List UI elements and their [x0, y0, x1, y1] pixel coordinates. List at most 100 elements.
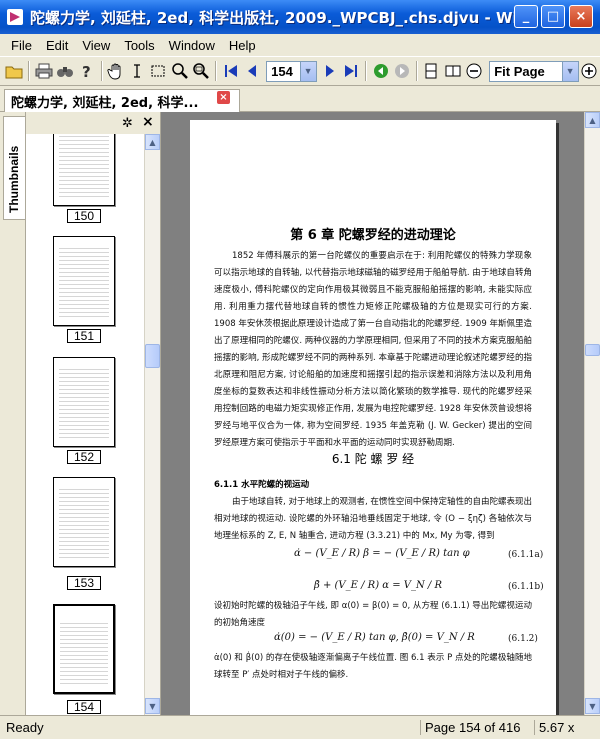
- thumbnail-label[interactable]: 150: [67, 209, 101, 223]
- toolbar-separator: [215, 61, 218, 81]
- sidebar-tab-strip: Thumbnails: [0, 112, 26, 715]
- binoculars-icon: [56, 67, 73, 77]
- section-title: 6.1 陀 螺 罗 经: [331, 452, 415, 466]
- scroll-down-icon[interactable]: ▼: [145, 698, 160, 714]
- open-button[interactable]: [4, 60, 24, 82]
- subsection-title: 6.1.1 水平陀螺的视运动: [214, 480, 310, 490]
- chevron-down-icon[interactable]: ▼: [299, 61, 316, 81]
- page-number-value: 154: [271, 63, 293, 79]
- menu-tools[interactable]: Tools: [117, 38, 161, 53]
- document-tab-label: 陀螺力学, 刘延柱, 2ed, 科学...: [11, 95, 199, 111]
- forward-button[interactable]: [392, 60, 412, 82]
- last-page-icon: [345, 65, 358, 77]
- zoom-mode-value: Fit Page: [494, 63, 545, 79]
- help-icon: ?: [82, 63, 91, 79]
- equation-number: (6.1.2): [508, 634, 538, 644]
- fit-width-icon: [445, 65, 461, 77]
- document-scrollbar[interactable]: ▲ ▼: [584, 112, 600, 715]
- scrollbar-thumb[interactable]: [145, 344, 160, 368]
- first-page-button[interactable]: [220, 60, 240, 82]
- thumbnail-label[interactable]: 151: [67, 329, 101, 343]
- page-number-select[interactable]: 154 ▼: [266, 60, 317, 82]
- document-view[interactable]: 第 6 章 陀螺罗经的进动理论 1852 年傅科展示的第一台陀螺仪的重要启示在于…: [160, 112, 584, 715]
- last-page-button[interactable]: [341, 60, 361, 82]
- thumbnail-page[interactable]: [53, 134, 115, 206]
- menu-edit[interactable]: Edit: [39, 38, 75, 53]
- rect-select-icon: [151, 65, 165, 77]
- next-page-button[interactable]: [320, 60, 340, 82]
- zoom-out-button[interactable]: [464, 60, 484, 82]
- find-button[interactable]: [55, 60, 75, 82]
- thumbnail-page-selected[interactable]: [53, 604, 115, 694]
- zoom-mode-select[interactable]: Fit Page ▼: [489, 60, 579, 82]
- thumbnails-header: ✲ ×: [26, 112, 160, 134]
- zoom-rect-button[interactable]: [191, 60, 211, 82]
- paragraph-initial-conditions: 设初始时陀螺的极轴沿子午线, 即 α(0) = β(0) = 0, 从方程 (6…: [214, 601, 532, 628]
- minimize-button[interactable]: _: [514, 5, 538, 28]
- chapter-title: 第 6 章 陀螺罗经的进动理论: [290, 228, 456, 243]
- menu-help[interactable]: Help: [222, 38, 263, 53]
- title-bar[interactable]: 陀螺力学, 刘延柱, 2ed, 科学出版社, 2009._WPCBJ_.chs.…: [0, 0, 600, 34]
- zoom-in-icon: [581, 63, 597, 79]
- print-button[interactable]: [33, 60, 53, 82]
- thumbnails-scrollbar[interactable]: ▲ ▼: [144, 134, 160, 715]
- back-button[interactable]: [370, 60, 390, 82]
- first-page-icon: [224, 65, 237, 77]
- close-panel-icon[interactable]: ×: [142, 114, 154, 130]
- prev-page-button[interactable]: [242, 60, 262, 82]
- thumbnail-page[interactable]: [53, 477, 115, 567]
- thumbnail-label-selected[interactable]: 154: [67, 700, 101, 714]
- equation-number: (6.1.1b): [508, 582, 544, 592]
- app-icon: [7, 9, 23, 25]
- fit-width-button[interactable]: [442, 60, 462, 82]
- toolbar-separator: [28, 61, 31, 81]
- toolbar: ? 154 ▼ Fit Page ▼: [0, 56, 600, 86]
- toolbar-separator: [100, 61, 103, 81]
- fit-height-icon: [425, 63, 437, 79]
- equation-6-1-2: α̇(0) = − (V_E / R) tan φ, β̇(0) = V_N /…: [274, 632, 475, 643]
- help-button[interactable]: ?: [76, 60, 96, 82]
- equation-6-1-1b: β̇ + (V_E / R) α = V_N / R: [314, 580, 442, 591]
- gear-icon[interactable]: ✲: [122, 116, 133, 131]
- close-button[interactable]: ×: [569, 5, 593, 28]
- rect-select-button[interactable]: [148, 60, 168, 82]
- scroll-down-icon[interactable]: ▼: [585, 698, 600, 714]
- toolbar-separator: [416, 61, 419, 81]
- thumbnail-label[interactable]: 153: [67, 576, 101, 590]
- thumbnail-page[interactable]: [53, 357, 115, 447]
- tab-thumbnails[interactable]: Thumbnails: [3, 116, 25, 220]
- document-tab-strip: 陀螺力学, 刘延柱, 2ed, 科学... ×: [0, 86, 600, 112]
- zoom-in-button[interactable]: [579, 60, 599, 82]
- scrollbar-thumb[interactable]: [585, 344, 600, 356]
- forward-circle-icon: [394, 64, 409, 78]
- document-tab[interactable]: 陀螺力学, 刘延柱, 2ed, 科学...: [4, 89, 240, 112]
- zoom-out-icon: [466, 63, 482, 79]
- hand-tool-button[interactable]: [106, 60, 126, 82]
- fit-height-button[interactable]: [421, 60, 441, 82]
- zoom-button[interactable]: [170, 60, 190, 82]
- chevron-down-icon[interactable]: ▼: [561, 61, 578, 81]
- back-circle-icon: [373, 64, 388, 78]
- status-ready: Ready: [6, 720, 44, 735]
- status-page-info: Page 154 of 416: [420, 720, 520, 735]
- equation-6-1-1a: α̇ − (V_E / R) β = − (V_E / R) tan φ: [294, 548, 470, 559]
- thumbnail-label[interactable]: 152: [67, 450, 101, 464]
- text-select-button[interactable]: [127, 60, 147, 82]
- prev-page-icon: [247, 65, 256, 77]
- equation-number: (6.1.1a): [508, 550, 544, 560]
- close-tab-icon[interactable]: ×: [217, 91, 230, 104]
- document-page: 第 6 章 陀螺罗经的进动理论 1852 年傅科展示的第一台陀螺仪的重要启示在于…: [190, 120, 556, 715]
- scroll-up-icon[interactable]: ▲: [585, 112, 600, 128]
- zoom-rect-icon: [193, 63, 210, 79]
- maximize-button[interactable]: □: [541, 5, 565, 28]
- menu-view[interactable]: View: [75, 38, 117, 53]
- menu-window[interactable]: Window: [162, 38, 222, 53]
- menu-file[interactable]: File: [4, 38, 39, 53]
- text-cursor-icon: [134, 64, 141, 78]
- scroll-up-icon[interactable]: ▲: [145, 134, 160, 150]
- status-bar: Ready Page 154 of 416 5.67 x: [0, 715, 600, 739]
- thumbnails-panel[interactable]: 150 151 152 153 154: [26, 134, 144, 715]
- thumbnail-page[interactable]: [53, 236, 115, 326]
- toolbar-separator: [365, 61, 368, 81]
- window-title: 陀螺力学, 刘延柱, 2ed, 科学出版社, 2009._WPCBJ_.chs.…: [30, 8, 526, 27]
